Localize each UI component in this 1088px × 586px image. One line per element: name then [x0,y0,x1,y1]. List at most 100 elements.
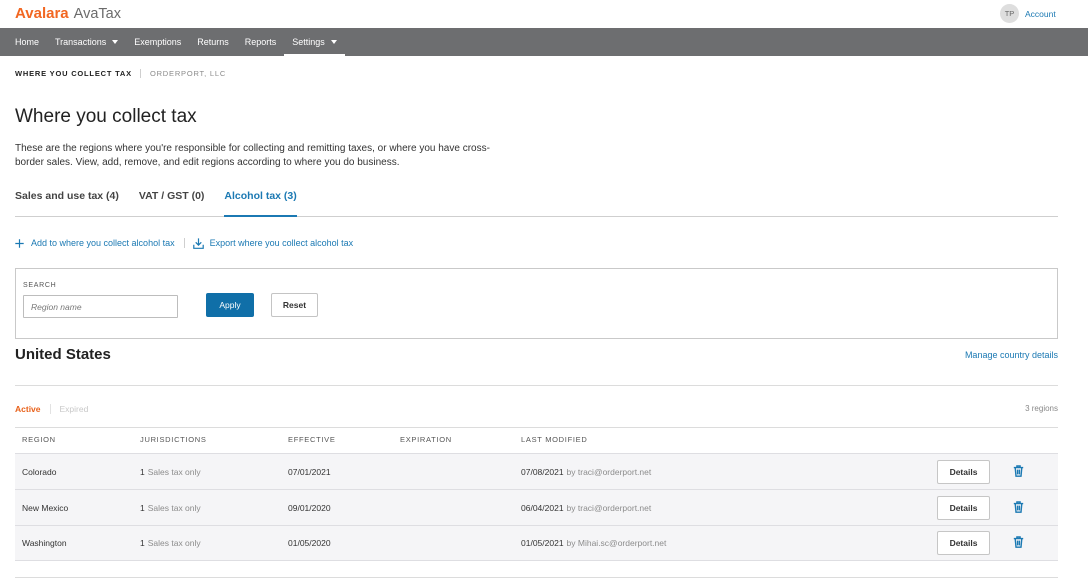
status-separator [49,403,51,414]
logo-brand: Avalara [15,5,69,22]
search-label: SEARCH [23,282,57,289]
modified-by: by Mihai.sc@orderport.net [566,538,667,548]
nav-item-label: Transactions [55,37,107,47]
region-search-input[interactable] [23,295,178,318]
top-bar: Avalara AvaTax TP Account [0,0,1088,28]
action-links: Add to where you collect alcohol tax Exp… [15,236,353,250]
table-row: New Mexico 1 Sales tax only 09/01/2020 06… [15,489,1058,525]
modified-date: 06/04/2021 [521,502,564,513]
jurisdiction-type: Sales tax only [147,502,201,513]
effective-date: 01/05/2020 [288,538,331,548]
details-button[interactable]: Details [937,459,990,484]
column-header-expiration[interactable]: EXPIRATION [400,435,521,444]
tax-type-tabs: Sales and use tax (4) VAT / GST (0) Alco… [15,186,1058,217]
details-cell: Details [937,459,1013,484]
nav-item-label: Exemptions [134,37,182,47]
action-separator [183,238,185,248]
breadcrumb-company[interactable]: ORDERPORT, LLC [150,69,226,78]
region-name: Washington [22,538,67,548]
jurisdiction-count: 1 [140,466,145,477]
modified-date: 07/08/2021 [521,466,564,477]
details-cell: Details [937,531,1013,555]
table-row: Washington 1 Sales tax only 01/05/2020 01… [15,525,1058,561]
search-panel: SEARCH Apply Reset [15,268,1058,339]
caret-down-icon [112,40,119,44]
regions-table: REGION JURISDICTIONS EFFECTIVE EXPIRATIO… [15,427,1058,561]
avalara-logo[interactable]: Avalara AvaTax [15,5,121,23]
jurisdiction-count: 1 [140,502,145,513]
trash-icon[interactable] [1013,500,1024,513]
modified-by: by traci@orderport.net [566,466,652,477]
last-modified-cell: 06/04/2021 by traci@orderport.net [521,503,937,513]
plus-icon [15,238,24,248]
nav-item-exemptions[interactable]: Exemptions [126,28,189,56]
export-regions-link[interactable]: Export where you collect alcohol tax [192,237,354,249]
apply-button[interactable]: Apply [206,293,254,317]
account-menu[interactable]: TP Account [1000,4,1056,23]
nav-item-label: Returns [197,37,229,47]
status-active-filter[interactable]: Active [15,404,41,414]
trash-icon[interactable] [1013,536,1024,548]
column-header-effective[interactable]: EFFECTIVE [288,435,400,444]
jurisdiction-type: Sales tax only [147,538,201,548]
bottom-divider [15,577,1058,578]
table-row: Colorado 1 Sales tax only 07/01/2021 07/0… [15,453,1058,489]
tab-sales-and-use-tax[interactable]: Sales and use tax (4) [15,186,119,216]
table-header: REGION JURISDICTIONS EFFECTIVE EXPIRATIO… [15,428,1058,453]
section-divider [15,385,1058,386]
add-region-label: Add to where you collect alcohol tax [31,238,175,248]
tab-alcohol-tax[interactable]: Alcohol tax (3) [224,186,298,217]
breadcrumb-current: WHERE YOU COLLECT TAX [15,68,132,78]
region-name: New Mexico [22,502,69,513]
delete-cell [1013,464,1058,479]
country-heading: United States [15,346,111,363]
download-icon [192,237,204,249]
last-modified-cell: 07/08/2021 by traci@orderport.net [521,467,937,477]
nav-item-label: Settings [292,37,325,47]
reset-button[interactable]: Reset [271,293,318,317]
region-name: Colorado [22,466,57,477]
account-link[interactable]: Account [1025,9,1056,19]
breadcrumb: WHERE YOU COLLECT TAX ORDERPORT, LLC [15,68,226,78]
nav-item-settings[interactable]: Settings [284,28,345,56]
jurisdiction-type: Sales tax only [147,466,201,477]
region-count: 3 regions [1025,404,1058,413]
jurisdictions-cell: 1 Sales tax only [140,538,288,548]
column-header-jurisdictions[interactable]: JURISDICTIONS [140,435,288,444]
jurisdictions-cell: 1 Sales tax only [140,467,288,477]
column-header-region[interactable]: REGION [22,435,140,444]
nav-item-label: Reports [244,37,277,47]
effective-date: 09/01/2020 [288,502,331,513]
effective-date: 07/01/2021 [288,466,331,477]
status-filter: Active Expired [15,403,88,414]
avatar[interactable]: TP [1000,4,1019,23]
page-title: Where you collect tax [15,106,197,127]
jurisdictions-cell: 1 Sales tax only [140,503,288,513]
nav-item-label: Home [15,37,40,47]
add-region-link[interactable]: Add to where you collect alcohol tax [15,238,175,248]
modified-by: by traci@orderport.net [566,502,652,513]
jurisdiction-count: 1 [140,538,145,548]
last-modified-cell: 01/05/2021 by Mihai.sc@orderport.net [521,538,937,548]
caret-down-icon [330,40,337,44]
delete-cell [1013,536,1058,550]
main-nav: Home Transactions Exemptions Returns Rep… [0,28,1088,56]
export-regions-label: Export where you collect alcohol tax [209,238,354,248]
status-expired-filter[interactable]: Expired [60,404,89,414]
breadcrumb-separator [139,68,141,78]
modified-date: 01/05/2021 [521,538,564,548]
nav-item-reports[interactable]: Reports [237,28,285,56]
delete-cell [1013,500,1058,515]
column-header-last-modified[interactable]: LAST MODIFIED [521,435,937,444]
manage-country-details-link[interactable]: Manage country details [965,350,1058,361]
tab-vat-gst[interactable]: VAT / GST (0) [139,186,205,216]
details-button[interactable]: Details [937,531,990,555]
trash-icon[interactable] [1013,464,1024,477]
details-cell: Details [937,495,1013,520]
page-description: These are the regions where you're respo… [15,143,490,168]
logo-product: AvaTax [73,6,121,22]
nav-item-transactions[interactable]: Transactions [47,28,126,56]
details-button[interactable]: Details [937,495,990,520]
nav-item-home[interactable]: Home [7,28,47,56]
nav-item-returns[interactable]: Returns [189,28,237,56]
